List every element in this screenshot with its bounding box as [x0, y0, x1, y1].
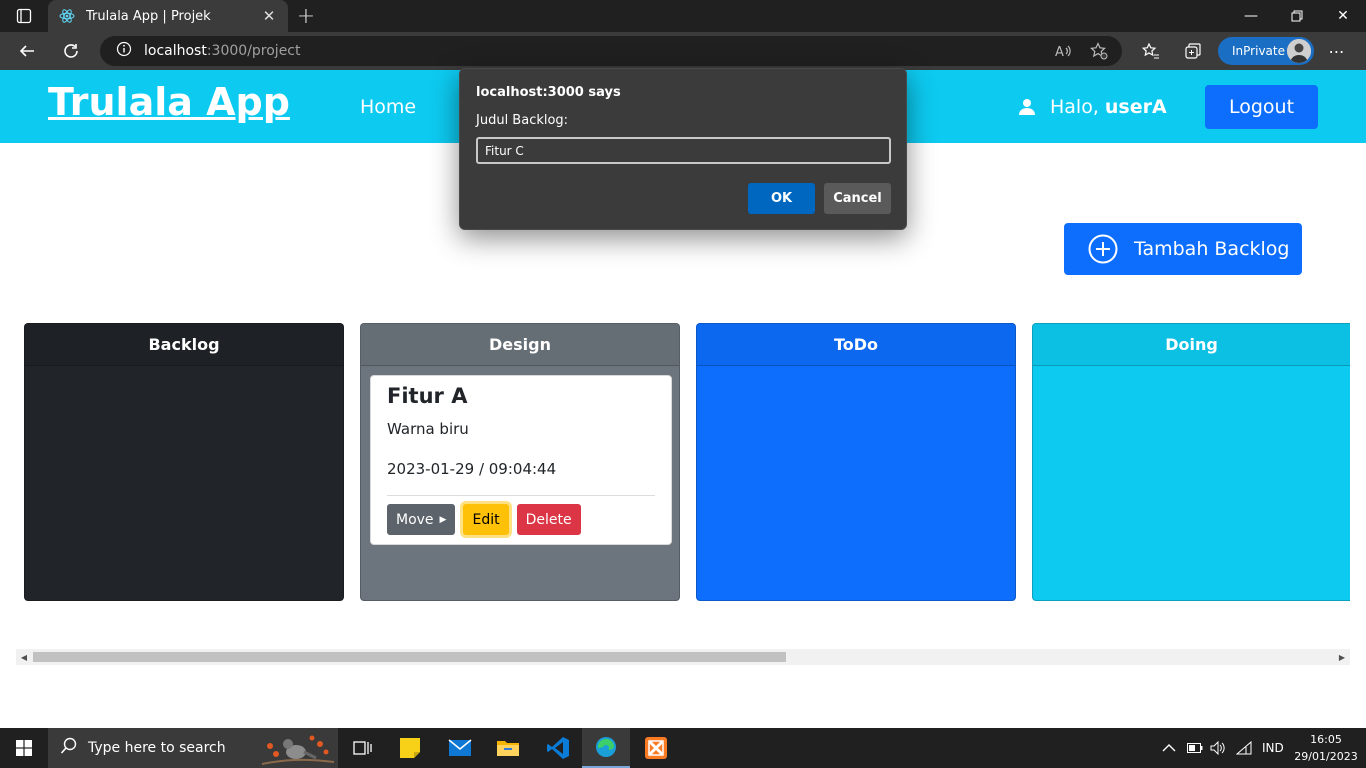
- username: userA: [1104, 96, 1167, 118]
- tab-close-icon[interactable]: ✕: [260, 7, 278, 25]
- show-hidden-icons[interactable]: [1162, 728, 1176, 768]
- read-aloud-icon[interactable]: A: [1048, 36, 1078, 66]
- tab-actions-icon[interactable]: [8, 6, 40, 26]
- favorites-icon[interactable]: [1136, 36, 1166, 66]
- edge-icon[interactable]: [582, 728, 630, 768]
- language-indicator[interactable]: IND: [1262, 728, 1284, 768]
- nav-home-link[interactable]: Home: [360, 96, 416, 118]
- windows-taskbar: Type here to search IND 16:05 29/01/2023: [0, 728, 1366, 768]
- browser-titlebar: Trulala App | Projek ✕ + — ✕: [0, 0, 1366, 32]
- search-placeholder: Type here to search: [88, 740, 226, 756]
- favorite-add-icon[interactable]: [1084, 36, 1114, 66]
- browser-toolbar: localhost:3000/project A InPrivate ⋯: [0, 32, 1366, 70]
- card-divider: [387, 495, 655, 496]
- column-title: Design: [361, 324, 679, 366]
- column-title: Backlog: [25, 324, 343, 366]
- svg-text:A: A: [1055, 45, 1064, 60]
- volume-icon[interactable]: [1210, 728, 1226, 768]
- card-actions: Move ▶ Edit Delete: [387, 504, 655, 535]
- plus-circle-icon: [1088, 234, 1118, 264]
- site-info-icon[interactable]: [116, 41, 132, 61]
- user-icon: [1018, 98, 1036, 116]
- minimize-icon[interactable]: —: [1228, 0, 1274, 32]
- scrollbar-thumb[interactable]: [33, 652, 786, 662]
- column-design: Design Fitur A Warna biru 2023-01-29 / 0…: [360, 323, 680, 601]
- column-todo: ToDo: [696, 323, 1016, 601]
- user-greeting: Halo, userA: [1018, 96, 1167, 118]
- ok-button[interactable]: OK: [748, 183, 815, 214]
- move-button[interactable]: Move ▶: [387, 504, 456, 535]
- restore-icon[interactable]: [1274, 0, 1320, 32]
- cancel-button[interactable]: Cancel: [824, 183, 891, 214]
- collections-icon[interactable]: [1178, 36, 1208, 66]
- address-bar[interactable]: localhost:3000/project: [100, 36, 1122, 66]
- column-title: Doing: [1033, 324, 1350, 366]
- edit-button[interactable]: Edit: [463, 504, 509, 535]
- greeting-text: Halo,: [1050, 96, 1099, 118]
- column-backlog: Backlog: [24, 323, 344, 601]
- clock-date: 29/01/2023: [1294, 750, 1358, 763]
- dialog-message: Judul Backlog:: [476, 113, 569, 128]
- horizontal-scrollbar[interactable]: ◀ ▶: [16, 649, 1350, 665]
- column-doing: Doing: [1032, 323, 1350, 601]
- inprivate-label: InPrivate: [1232, 44, 1285, 58]
- column-title: ToDo: [697, 324, 1015, 366]
- prompt-dialog: localhost:3000 says Judul Backlog: OK Ca…: [459, 68, 907, 230]
- bird-illustration-icon: [260, 730, 336, 768]
- brand-logo[interactable]: Trulala App: [48, 80, 290, 124]
- url-host: localhost: [144, 43, 207, 59]
- card-description: Warna biru: [387, 420, 469, 438]
- battery-icon[interactable]: [1187, 728, 1203, 768]
- network-icon[interactable]: [1236, 728, 1252, 768]
- card-title: Fitur A: [387, 384, 468, 408]
- scroll-right-icon[interactable]: ▶: [1334, 649, 1350, 665]
- add-backlog-label: Tambah Backlog: [1134, 238, 1290, 260]
- new-tab-icon[interactable]: +: [294, 4, 318, 29]
- move-label: Move: [396, 511, 434, 528]
- card-datetime: 2023-01-29 / 09:04:44: [387, 460, 557, 478]
- taskbar-search[interactable]: Type here to search: [48, 728, 338, 768]
- clock[interactable]: 16:05 29/01/2023: [1290, 731, 1362, 765]
- vscode-icon[interactable]: [534, 728, 582, 768]
- back-icon[interactable]: [12, 36, 42, 66]
- inprivate-badge[interactable]: InPrivate: [1218, 37, 1314, 65]
- url-path: :3000/project: [206, 43, 301, 59]
- more-options-icon[interactable]: ⋯: [1322, 36, 1352, 66]
- delete-button[interactable]: Delete: [516, 504, 581, 535]
- profile-avatar-icon: [1287, 39, 1311, 63]
- add-backlog-button[interactable]: Tambah Backlog: [1064, 223, 1302, 275]
- file-explorer-icon[interactable]: [484, 728, 532, 768]
- tab-title: Trulala App | Projek: [86, 8, 211, 24]
- browser-tab[interactable]: Trulala App | Projek ✕: [48, 0, 288, 32]
- window-close-icon[interactable]: ✕: [1320, 0, 1366, 32]
- task-view-icon[interactable]: [338, 728, 386, 768]
- dialog-title: localhost:3000 says: [476, 85, 621, 100]
- refresh-icon[interactable]: [56, 36, 86, 66]
- mail-icon[interactable]: [436, 728, 484, 768]
- scroll-left-icon[interactable]: ◀: [16, 649, 32, 665]
- caret-right-icon: ▶: [439, 514, 447, 525]
- dialog-input[interactable]: [476, 137, 891, 164]
- xampp-icon[interactable]: [632, 728, 680, 768]
- logout-button[interactable]: Logout: [1205, 85, 1318, 129]
- react-icon: [58, 7, 76, 25]
- windows-start-icon[interactable]: [0, 728, 48, 768]
- clock-time: 16:05: [1310, 733, 1342, 746]
- sticky-notes-icon[interactable]: [386, 728, 434, 768]
- search-icon: [60, 737, 78, 759]
- backlog-card: Fitur A Warna biru 2023-01-29 / 09:04:44…: [370, 375, 672, 545]
